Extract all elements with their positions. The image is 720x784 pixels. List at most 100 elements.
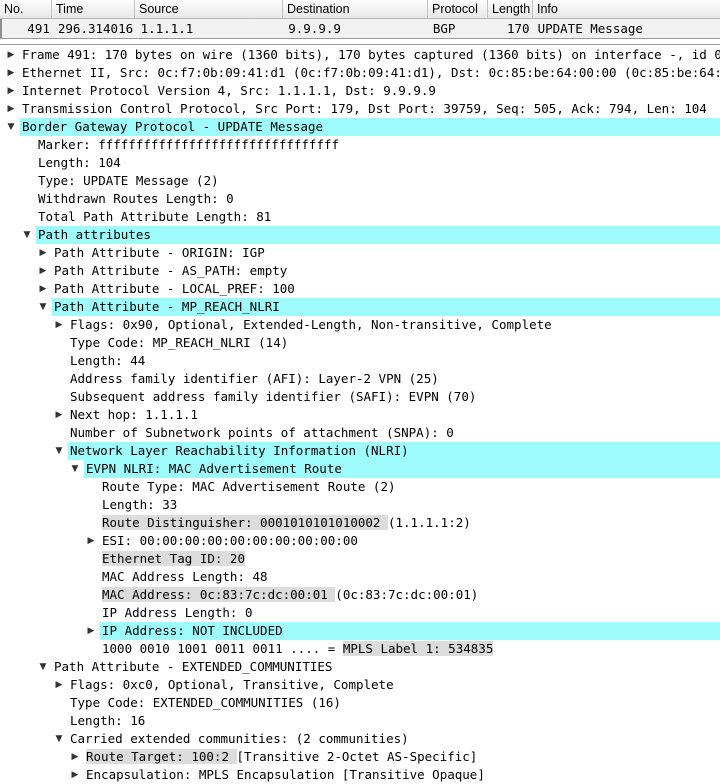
triangle-right-icon[interactable]: ▶ [68, 766, 82, 784]
column-header-time[interactable]: Time [52, 0, 135, 18]
triangle-down-icon[interactable]: ▼ [52, 442, 66, 460]
detail-tree-row[interactable]: Route Distinguisher: 0001010101010002 (1… [0, 514, 720, 532]
triangle-right-icon[interactable]: ▶ [84, 622, 98, 640]
detail-tree-label: Path Attribute - MP_REACH_NLRI [54, 299, 280, 314]
detail-tree-row[interactable]: ▶ Path Attribute - LOCAL_PREF: 100 [0, 280, 720, 298]
detail-tree-row[interactable]: Length: 16 [0, 712, 720, 730]
detail-tree-row[interactable]: 1000 0010 1001 0011 0011 .... = MPLS Lab… [0, 640, 720, 658]
detail-tree-label: Border Gateway Protocol - UPDATE Message [22, 119, 324, 134]
detail-tree-label: Route Target: 100:2 [Transitive 2-Octet … [86, 748, 477, 766]
detail-tree-row[interactable]: ▶ Transmission Control Protocol, Src Port… [0, 100, 720, 118]
detail-tree-row[interactable]: Marker: ffffffffffffffffffffffffffffffff [0, 136, 720, 154]
detail-tree-row[interactable]: ▶ Flags: 0x90, Optional, Extended-Length,… [0, 316, 720, 334]
triangle-down-icon[interactable]: ▼ [68, 460, 82, 478]
packet-list-rows[interactable]: 491 296.314016 1.1.1.1 9.9.9.9 BGP 170 UPDATE … [0, 19, 720, 38]
column-header-length[interactable]: Length [488, 0, 533, 18]
triangle-down-icon[interactable]: ▼ [36, 298, 50, 316]
detail-tree-label: Route Distinguisher: 0001010101010002 (1… [102, 514, 471, 532]
detail-tree-row[interactable]: ▶ Flags: 0xc0, Optional, Transitive, Comp… [0, 676, 720, 694]
triangle-right-icon[interactable]: ▶ [52, 406, 66, 424]
detail-tree-label: Withdrawn Routes Length: 0 [38, 191, 234, 206]
detail-tree-row[interactable]: ▶ Internet Protocol Version 4, Src: 1.1.1… [0, 82, 720, 100]
detail-tree-row[interactable]: Total Path Attribute Length: 81 [0, 208, 720, 226]
detail-tree-row[interactable]: ▶ Ethernet II, Src: 0c:f7:0b:09:41:d1 (0c… [0, 64, 720, 82]
column-header-source[interactable]: Source [135, 0, 283, 18]
detail-tree-row[interactable]: ▶ Encapsulation: MPLS Encapsulation [Tran… [0, 766, 720, 784]
detail-tree-label: ESI: 00:00:00:00:00:00:00:00:00:00 [102, 533, 358, 548]
detail-tree-row[interactable]: ▼ Border Gateway Protocol - UPDATE Messag… [0, 118, 720, 136]
detail-tree-row[interactable]: ▶ Path Attribute - AS_PATH: empty [0, 262, 720, 280]
detail-tree-row[interactable]: Type: UPDATE Message (2) [0, 172, 720, 190]
detail-tree-row[interactable]: Type Code: MP_REACH_NLRI (14) [0, 334, 720, 352]
detail-tree-row[interactable]: MAC Address Length: 48 [0, 568, 720, 586]
detail-tree-row[interactable]: Length: 104 [0, 154, 720, 172]
detail-tree-row[interactable]: Length: 33 [0, 496, 720, 514]
column-header-no[interactable]: No. [0, 0, 52, 18]
packet-list-row[interactable]: 491 296.314016 1.1.1.1 9.9.9.9 BGP 170 UPDATE … [0, 19, 720, 38]
detail-tree-row[interactable]: Subsequent address family identifier (SA… [0, 388, 720, 406]
triangle-down-icon[interactable]: ▼ [20, 226, 34, 244]
detail-tree-label: Internet Protocol Version 4, Src: 1.1.1.… [22, 83, 436, 98]
detail-tree-row[interactable]: ▶ Route Target: 100:2 [Transitive 2-Octet… [0, 748, 720, 766]
detail-tree-label: Marker: ffffffffffffffffffffffffffffffff [38, 137, 340, 152]
packet-list-pane[interactable]: No. Time Source Destination Protocol Length In… [0, 0, 720, 39]
field-value-highlight: Ethernet Tag ID: 20 [102, 551, 245, 566]
detail-tree-label: Transmission Control Protocol, Src Port:… [22, 101, 707, 116]
detail-tree-label: Type Code: EXTENDED_COMMUNITIES (16) [70, 695, 341, 710]
column-header-info[interactable]: Info [533, 0, 720, 18]
detail-tree-row[interactable]: ▼ EVPN NLRI: MAC Advertisement Route [0, 460, 720, 478]
field-value-highlight: MAC Address: 0c:83:7c:dc:00:01 [102, 587, 336, 602]
detail-tree-row[interactable]: ▶ Frame 491: 170 bytes on wire (1360 bits… [0, 46, 720, 64]
detail-tree-row[interactable]: ▼ Path Attribute - MP_REACH_NLRI [0, 298, 720, 316]
column-header-destination[interactable]: Destination [283, 0, 428, 18]
detail-tree-row[interactable]: MAC Address: 0c:83:7c:dc:00:01 (0c:83:7c… [0, 586, 720, 604]
packet-list-column-headers[interactable]: No. Time Source Destination Protocol Length In… [0, 0, 720, 19]
triangle-right-icon[interactable]: ▶ [36, 262, 50, 280]
detail-tree-row[interactable]: ▶ Next hop: 1.1.1.1 [0, 406, 720, 424]
triangle-right-icon[interactable]: ▶ [68, 748, 82, 766]
triangle-right-icon[interactable]: ▶ [4, 82, 18, 100]
detail-tree-row[interactable]: Route Type: MAC Advertisement Route (2) [0, 478, 720, 496]
detail-tree-row[interactable]: Length: 44 [0, 352, 720, 370]
column-header-protocol[interactable]: Protocol [428, 0, 488, 18]
triangle-down-icon[interactable]: ▼ [52, 730, 66, 748]
packet-cell-destination: 9.9.9.9 [288, 21, 341, 36]
triangle-right-icon[interactable]: ▶ [84, 532, 98, 550]
triangle-down-icon[interactable]: ▼ [4, 118, 18, 136]
detail-tree-row[interactable]: Type Code: EXTENDED_COMMUNITIES (16) [0, 694, 720, 712]
detail-tree-label: Type: UPDATE Message (2) [38, 173, 219, 188]
detail-tree-row[interactable]: ▼ Carried extended communities: (2 commun… [0, 730, 720, 748]
triangle-right-icon[interactable]: ▶ [52, 316, 66, 334]
detail-tree-row[interactable]: Number of Subnetwork points of attachmen… [0, 424, 720, 442]
detail-tree-label: 1000 0010 1001 0011 0011 .... = MPLS Lab… [102, 640, 494, 658]
triangle-right-icon[interactable]: ▶ [36, 280, 50, 298]
detail-tree-label: Path Attribute - EXTENDED_COMMUNITIES [54, 659, 333, 674]
detail-tree-row[interactable]: IP Address Length: 0 [0, 604, 720, 622]
packet-detail-pane[interactable]: ▶ Frame 491: 170 bytes on wire (1360 bits… [0, 45, 720, 784]
detail-tree-label: Type Code: MP_REACH_NLRI (14) [70, 335, 289, 350]
triangle-right-icon[interactable]: ▶ [52, 676, 66, 694]
detail-tree-row[interactable]: Address family identifier (AFI): Layer-2… [0, 370, 720, 388]
detail-tree-row[interactable]: Withdrawn Routes Length: 0 [0, 190, 720, 208]
detail-tree-label: Ethernet II, Src: 0c:f7:0b:09:41:d1 (0c:… [22, 65, 720, 80]
detail-tree-label: Carried extended communities: (2 communi… [70, 731, 409, 746]
triangle-right-icon[interactable]: ▶ [4, 46, 18, 64]
packet-cell-time: 296.314016 [57, 21, 134, 36]
detail-tree-row[interactable]: ▼ Path Attribute - EXTENDED_COMMUNITIES [0, 658, 720, 676]
detail-tree-label: Length: 33 [102, 497, 178, 512]
detail-tree-row[interactable]: ▶ Path Attribute - ORIGIN: IGP [0, 244, 720, 262]
detail-tree-row[interactable]: ▼ Network Layer Reachability Information … [0, 442, 720, 460]
triangle-right-icon[interactable]: ▶ [4, 100, 18, 118]
detail-tree-row[interactable]: ▼ Path attributes [0, 226, 720, 244]
triangle-right-icon[interactable]: ▶ [36, 244, 50, 262]
detail-tree-row[interactable]: ▶ IP Address: NOT INCLUDED [0, 622, 720, 640]
bitfield-prefix: 1000 0010 1001 0011 0011 .... = [102, 641, 343, 656]
detail-tree-label: Flags: 0x90, Optional, Extended-Length, … [70, 317, 552, 332]
triangle-right-icon[interactable]: ▶ [4, 64, 18, 82]
triangle-down-icon[interactable]: ▼ [36, 658, 50, 676]
detail-tree-label: Path attributes [38, 227, 151, 242]
packet-cell-info: UPDATE Message [537, 21, 643, 36]
detail-tree-row[interactable]: Ethernet Tag ID: 20 [0, 550, 720, 568]
field-extra-text: [Transitive 2-Octet AS-Specific] [236, 749, 478, 764]
detail-tree-row[interactable]: ▶ ESI: 00:00:00:00:00:00:00:00:00:00 [0, 532, 720, 550]
